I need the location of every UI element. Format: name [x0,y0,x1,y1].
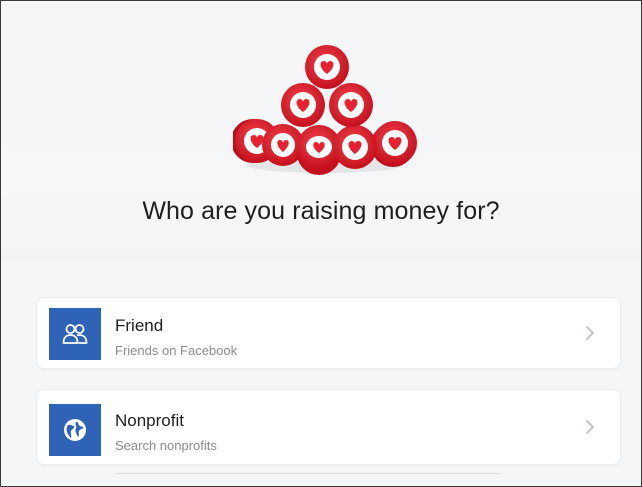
friend-option-title: Friend [115,316,164,335]
fundraiser-chooser-screen: Who are you raising money for? Friend Fr… [0,0,642,487]
heart-token [329,83,373,127]
page-title: Who are you raising money for? [142,197,500,225]
nonprofit-icon-tile [49,404,101,456]
heart-token [281,83,325,127]
friend-option-subtitle: Friends on Facebook [115,343,238,358]
recipient-options-list: Friend Friends on Facebook Nonprofit Sea… [1,263,641,486]
chevron-right-icon [586,420,594,434]
heart-token [333,125,377,169]
nonprofit-option-title: Nonprofit [115,411,184,430]
chevron-right-icon [586,326,594,340]
friend-option[interactable]: Friend Friends on Facebook [36,297,621,369]
globe-icon [64,419,86,441]
bottom-divider [116,473,501,474]
people-icon [62,324,88,344]
heart-token [371,121,417,167]
heart-token [305,45,349,89]
nonprofit-option[interactable]: Nonprofit Search nonprofits [36,389,621,465]
hero-section: Who are you raising money for? [1,1,641,263]
heart-tokens-illustration [233,45,417,175]
friend-icon-tile [49,308,101,360]
nonprofit-option-subtitle: Search nonprofits [115,438,217,453]
